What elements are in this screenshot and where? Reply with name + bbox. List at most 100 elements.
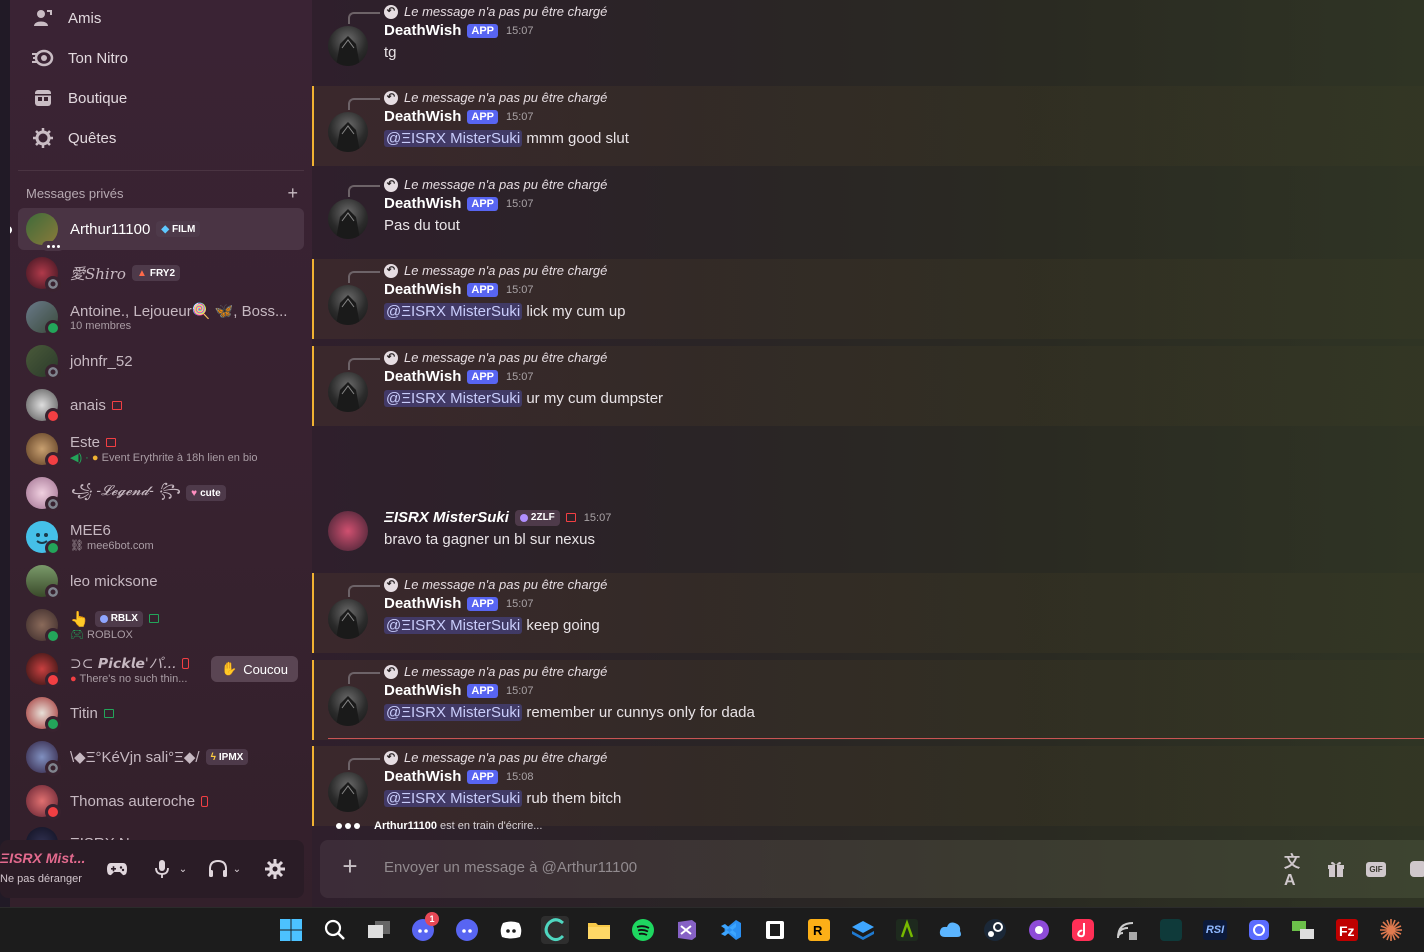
reply-preview[interactable]: ↶ Le message n'a pas pu être chargé xyxy=(384,90,607,105)
chat-message[interactable]: ↶ Le message n'a pas pu être chargé DeathW… xyxy=(312,346,1424,426)
chat-message[interactable]: ↶ Le message n'a pas pu être chargé DeathW… xyxy=(312,173,1424,253)
terminal-app-icon[interactable] xyxy=(1157,916,1185,944)
user-mention[interactable]: @ΞISRX MisterSuki xyxy=(384,303,523,320)
chat-message[interactable]: ↶ Le message n'a pas pu être chargé DeathW… xyxy=(312,660,1424,740)
message-author[interactable]: DeathWish xyxy=(384,22,461,39)
notepad-app-icon[interactable] xyxy=(761,916,789,944)
chat-message[interactable]: ↶ Le message n'a pas pu être chargé DeathW… xyxy=(312,746,1424,826)
dm-item-leo[interactable]: leo micksone xyxy=(18,560,304,602)
nav-friends[interactable]: Amis xyxy=(18,0,304,36)
avatar[interactable] xyxy=(328,599,368,639)
reply-preview[interactable]: ↶ Le message n'a pas pu être chargé xyxy=(384,577,607,592)
nvidia-app-icon[interactable] xyxy=(893,916,921,944)
microphone-icon[interactable] xyxy=(150,857,174,881)
rsi-launcher-icon[interactable]: RSI xyxy=(1201,916,1229,944)
cloud-sync-icon[interactable] xyxy=(937,916,965,944)
dm-item-titin[interactable]: Titin xyxy=(18,692,304,734)
chat-message[interactable]: ↶ Le message n'a pas pu être chargé DeathW… xyxy=(312,259,1424,339)
sticker-icon[interactable] xyxy=(1406,857,1424,881)
filezilla-icon[interactable]: Fz xyxy=(1333,916,1361,944)
chat-message[interactable]: ↶ Le message n'a pas pu être chargé DeathW… xyxy=(312,86,1424,166)
file-explorer-icon[interactable] xyxy=(585,916,613,944)
message-author[interactable]: DeathWish xyxy=(384,108,461,125)
reply-preview[interactable]: ↶ Le message n'a pas pu être chargé xyxy=(384,664,607,679)
spotify-icon[interactable] xyxy=(629,916,657,944)
nav-quests[interactable]: Quêtes xyxy=(18,120,304,156)
headphones-icon[interactable] xyxy=(206,857,230,881)
activity-gamepad-icon[interactable] xyxy=(105,857,129,881)
message-author[interactable]: ΞISRX MisterSuki xyxy=(384,509,509,526)
dm-item-este[interactable]: Este ◀) · ● Event Erythrite à 18h lien e… xyxy=(18,428,304,470)
quests-icon xyxy=(32,127,54,149)
dm-item-legend[interactable]: ꧁ -𝓛𝓮𝓰𝓮𝓷𝓭- ꧂ ♥ cute xyxy=(18,472,304,514)
discord-canary-icon[interactable] xyxy=(497,916,525,944)
user-mention[interactable]: @ΞISRX MisterSuki xyxy=(384,790,523,807)
translate-icon[interactable]: 文A xyxy=(1284,854,1308,889)
gif-icon[interactable]: GIF xyxy=(1364,857,1388,881)
dm-item-pickle[interactable]: ⊃⊂ 𝙋𝙞𝙘𝙠𝙡𝙚'パ... ● There's no such thin...… xyxy=(18,648,304,690)
dm-item-roblox-user[interactable]: 👆 RBLX 🎮︎ ROBLOX xyxy=(18,604,304,646)
chevron-down-icon[interactable]: ⌄ xyxy=(230,857,244,881)
avatar[interactable] xyxy=(328,26,368,66)
vencord-app-icon[interactable] xyxy=(541,916,569,944)
dm-item-kevjn[interactable]: \◆Ξ°KéVjn sali°Ξ◆/ ϟ IPMX xyxy=(18,736,304,778)
nav-shop[interactable]: Boutique xyxy=(18,80,304,116)
steam-icon[interactable] xyxy=(981,916,1009,944)
user-panel-name[interactable]: ΞISRX Mist... xyxy=(0,850,85,866)
attach-plus-icon[interactable]: + xyxy=(338,853,362,879)
reply-preview[interactable]: ↶ Le message n'a pas pu être chargé xyxy=(384,263,607,278)
nav-nitro[interactable]: Ton Nitro xyxy=(18,40,304,76)
user-mention[interactable]: @ΞISRX MisterSuki xyxy=(384,130,523,147)
dm-item-arthur11100[interactable]: Arthur11100 ◆ FILM xyxy=(18,208,304,251)
user-mention[interactable]: @ΞISRX MisterSuki xyxy=(384,617,523,634)
message-author[interactable]: DeathWish xyxy=(384,368,461,385)
avatar[interactable] xyxy=(328,511,368,551)
message-author[interactable]: DeathWish xyxy=(384,595,461,612)
network-app-icon[interactable] xyxy=(1113,916,1141,944)
reply-preview[interactable]: ↶ Le message n'a pas pu être chargé xyxy=(384,350,607,365)
purple-app-icon[interactable] xyxy=(1025,916,1053,944)
avatar[interactable] xyxy=(328,686,368,726)
avatar[interactable] xyxy=(328,772,368,812)
dm-item-anais[interactable]: anais xyxy=(18,384,304,426)
dm-item-mee6[interactable]: MEE6 ⛓ mee6bot.com xyxy=(18,516,304,558)
rockstar-launcher-icon[interactable]: R xyxy=(805,916,833,944)
remote-desktop-icon[interactable] xyxy=(1289,916,1317,944)
message-author[interactable]: DeathWish xyxy=(384,195,461,212)
task-view-icon[interactable] xyxy=(365,916,393,944)
sunburst-app-icon[interactable] xyxy=(1377,916,1405,944)
reply-preview[interactable]: ↶ Le message n'a pas pu être chargé xyxy=(384,177,607,192)
message-author[interactable]: DeathWish xyxy=(384,281,461,298)
user-mention[interactable]: @ΞISRX MisterSuki xyxy=(384,704,523,721)
create-dm-button[interactable]: + xyxy=(287,184,298,202)
avatar[interactable] xyxy=(328,372,368,412)
dm-item-johnfr[interactable]: johnfr_52 xyxy=(18,340,304,382)
layers-app-icon[interactable] xyxy=(849,916,877,944)
vscode-icon[interactable] xyxy=(717,916,745,944)
visual-studio-icon[interactable] xyxy=(673,916,701,944)
reply-preview[interactable]: ↶ Le message n'a pas pu être chargé xyxy=(384,750,607,765)
reply-preview[interactable]: ↶ Le message n'a pas pu être chargé xyxy=(384,4,607,19)
start-windows-icon[interactable] xyxy=(277,916,305,944)
search-icon[interactable] xyxy=(321,916,349,944)
message-author[interactable]: DeathWish xyxy=(384,768,461,785)
wave-button[interactable]: ✋ Coucou xyxy=(211,656,298,682)
settings-gear-icon[interactable] xyxy=(263,857,287,881)
avatar[interactable] xyxy=(328,199,368,239)
chevron-down-icon[interactable]: ⌄ xyxy=(176,857,190,881)
dm-item-shiro[interactable]: 愛Shiro ▲ FRY2 xyxy=(18,252,304,294)
blue-app-icon[interactable] xyxy=(1245,916,1273,944)
discord-ptb-icon[interactable] xyxy=(453,916,481,944)
avatar[interactable] xyxy=(328,112,368,152)
avatar[interactable] xyxy=(328,285,368,325)
chat-message[interactable]: ↶ Le message n'a pas pu être chargé DeathW… xyxy=(312,573,1424,653)
discord-app-icon[interactable]: 1 xyxy=(409,912,439,944)
gift-icon[interactable] xyxy=(1324,857,1348,881)
dm-item-group[interactable]: Antoine., Lejoueur🍭 🦋, Boss... 10 membre… xyxy=(18,296,304,338)
chat-message[interactable]: ↶ Le message n'a pas pu être chargé DeathW… xyxy=(312,0,1424,80)
message-author[interactable]: DeathWish xyxy=(384,682,461,699)
user-mention[interactable]: @ΞISRX MisterSuki xyxy=(384,390,523,407)
message-input[interactable]: Envoyer un message à @Arthur11100 xyxy=(384,859,637,876)
tiktok-icon[interactable] xyxy=(1069,916,1097,944)
dm-item-thomas[interactable]: Thomas auteroche xyxy=(18,780,304,822)
